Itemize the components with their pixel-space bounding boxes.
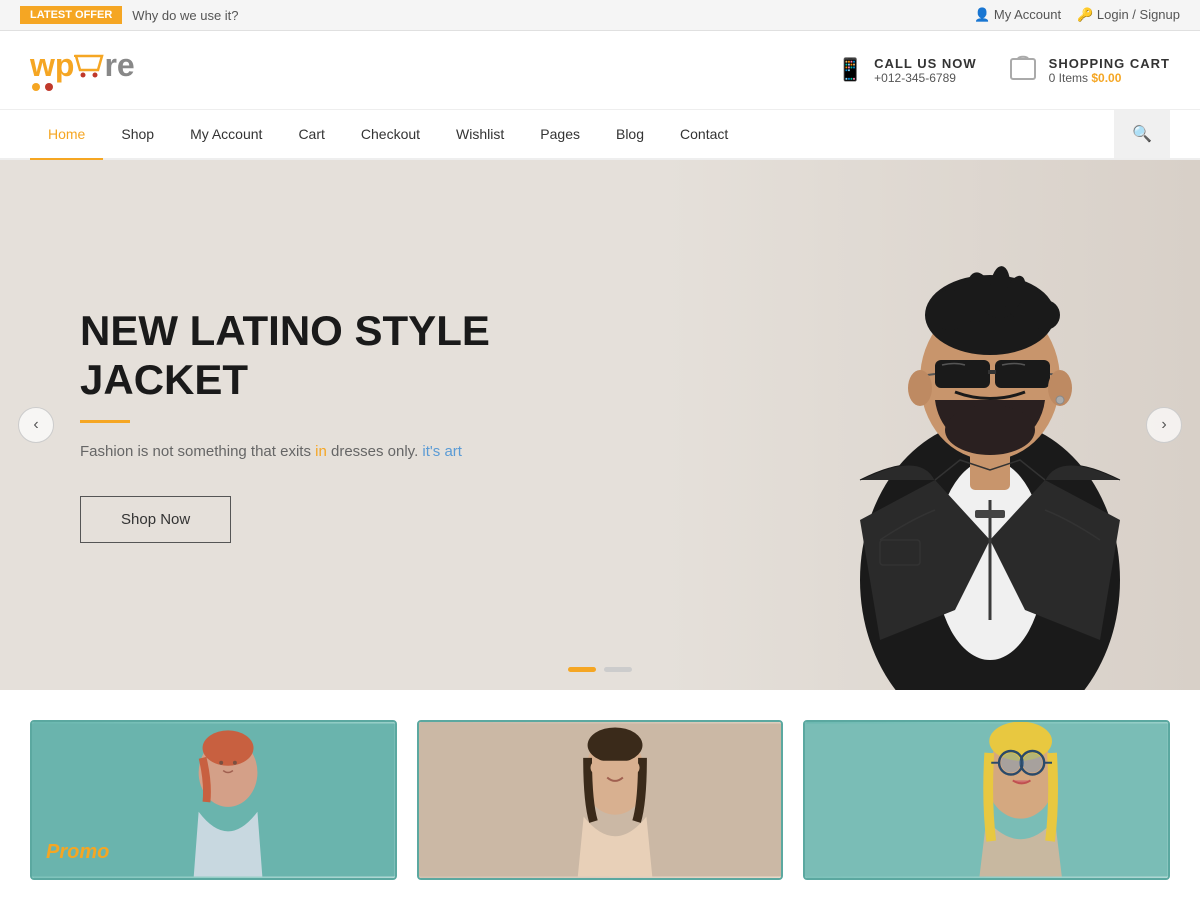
nav-pages[interactable]: Pages xyxy=(522,110,598,160)
hero-slider: NEW LATINO STYLE JACKET Fashion is not s… xyxy=(0,160,1200,690)
nav-home[interactable]: Home xyxy=(30,110,103,160)
nav-bar: Home Shop My Account Cart Checkout Wishl… xyxy=(0,110,1200,160)
top-bar-right: 👤 My Account 🔑 Login / Signup xyxy=(974,7,1180,23)
bag-icon xyxy=(1007,51,1039,83)
nav-blog[interactable]: Blog xyxy=(598,110,662,160)
nav-shop[interactable]: Shop xyxy=(103,110,172,160)
phone-icon: 📱 xyxy=(837,57,864,83)
shop-now-button[interactable]: Shop Now xyxy=(80,496,231,543)
user-icon: 👤 xyxy=(974,7,994,22)
latest-offer-badge[interactable]: LATEST OFFER xyxy=(20,6,122,24)
header: wp re 📱 CALL US NOW +012-345-6789 xyxy=(0,31,1200,110)
cat-card-bg-3 xyxy=(805,722,1168,878)
cart-items: 0 Items $0.00 xyxy=(1049,71,1122,85)
hero-subtitle: Fashion is not something that exits in d… xyxy=(80,443,500,460)
top-bar-center-text: Why do we use it? xyxy=(132,8,238,23)
key-icon: 🔑 xyxy=(1077,7,1097,22)
nav-contact[interactable]: Contact xyxy=(662,110,746,160)
cart-icon xyxy=(1007,51,1039,90)
top-bar-left: LATEST OFFER Why do we use it? xyxy=(20,6,239,24)
cart-text: SHOPPING CART 0 Items $0.00 xyxy=(1049,56,1170,85)
call-us-text: CALL US NOW +012-345-6789 xyxy=(874,56,976,85)
cat-card-bg-1: Promo xyxy=(32,722,395,878)
slider-dot-1[interactable] xyxy=(568,667,596,672)
cat-card-3-image xyxy=(805,722,1168,878)
nav-my-account[interactable]: My Account xyxy=(172,110,280,160)
shopping-cart-header[interactable]: SHOPPING CART 0 Items $0.00 xyxy=(1007,51,1170,90)
search-button[interactable]: 🔍 xyxy=(1114,110,1170,158)
my-account-link[interactable]: 👤 My Account xyxy=(974,7,1061,23)
cat-card-3[interactable] xyxy=(803,720,1170,880)
slider-dots xyxy=(568,667,632,672)
top-bar: LATEST OFFER Why do we use it? 👤 My Acco… xyxy=(0,0,1200,31)
nav-cart[interactable]: Cart xyxy=(280,110,342,160)
call-us: 📱 CALL US NOW +012-345-6789 xyxy=(837,56,977,85)
nav-wishlist[interactable]: Wishlist xyxy=(438,110,522,160)
hero-content: NEW LATINO STYLE JACKET Fashion is not s… xyxy=(0,307,1200,543)
slider-dot-2[interactable] xyxy=(604,667,632,672)
cat-card-1[interactable]: Promo xyxy=(30,720,397,880)
main-nav: Home Shop My Account Cart Checkout Wishl… xyxy=(30,110,1114,158)
logo-cart-svg xyxy=(72,52,106,78)
slider-next-button[interactable]: › xyxy=(1146,407,1182,443)
cat-card-1-label: Promo xyxy=(46,841,109,864)
slider-prev-button[interactable]: ‹ xyxy=(18,407,54,443)
login-signup-link[interactable]: 🔑 Login / Signup xyxy=(1077,7,1180,23)
header-right: 📱 CALL US NOW +012-345-6789 SHOPPING CAR… xyxy=(837,51,1170,90)
cat-card-2-image xyxy=(419,722,782,878)
hero-title: NEW LATINO STYLE JACKET xyxy=(80,307,580,404)
logo[interactable]: wp re xyxy=(30,49,135,91)
cat-card-2[interactable] xyxy=(417,720,784,880)
cat-card-bg-2 xyxy=(419,722,782,878)
nav-checkout[interactable]: Checkout xyxy=(343,110,438,160)
category-section: Promo xyxy=(0,690,1200,910)
hero-divider xyxy=(80,420,130,423)
